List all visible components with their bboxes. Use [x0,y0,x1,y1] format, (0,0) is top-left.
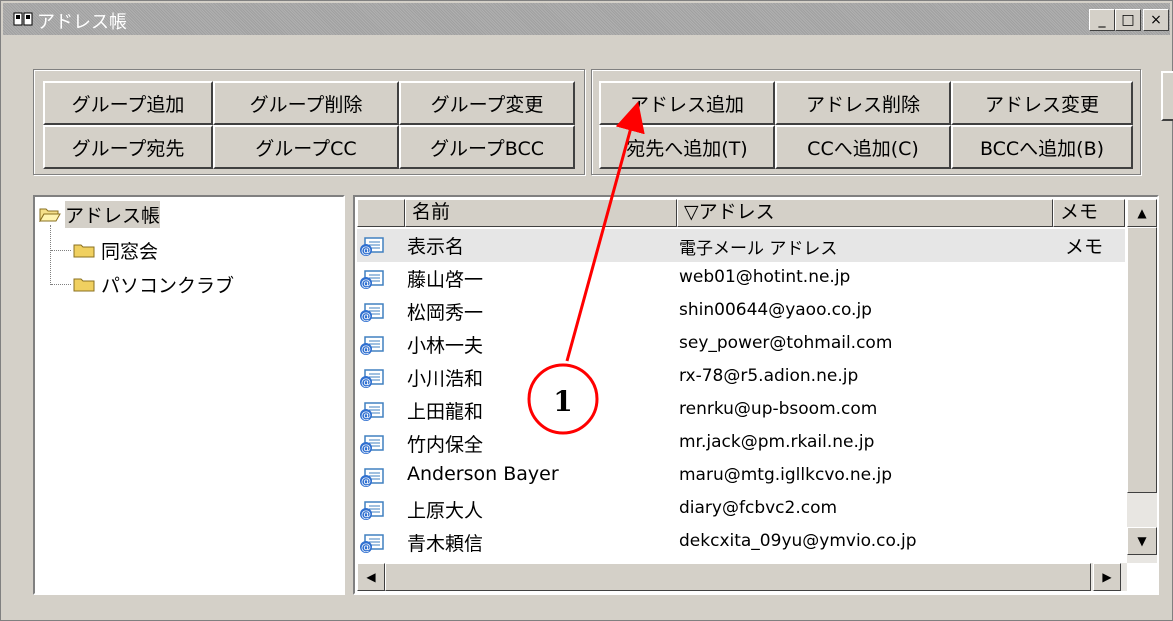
close-button[interactable]: × [1143,9,1169,31]
svg-text:@: @ [361,378,371,389]
contact-email: dekcxita_09yu@ymvio.co.jp [679,531,917,551]
contact-name: Anderson Bayer [407,463,559,485]
address-add-button[interactable]: アドレス追加 [599,81,775,125]
address-list[interactable]: 名前 ▽アドレス メモ @ 表示名 電子メール アドレス メモ @ 藤山啓一 web01@h… [353,195,1159,595]
svg-text:@: @ [361,510,371,521]
contact-row[interactable]: @ 松岡秀一 shin00644@yaoo.co.jp [357,295,1125,328]
tree-item-pc-club[interactable]: パソコンクラブ [101,271,234,298]
address-change-button[interactable]: アドレス変更 [951,81,1133,125]
contact-name: 小川浩和 [407,368,484,390]
group-cc-button[interactable]: グループCC [213,125,399,169]
contact-row[interactable]: @ 竹内保全 mr.jack@pm.rkail.ne.jp [357,427,1125,460]
svg-text:@: @ [361,312,371,323]
maximize-icon: □ [1121,12,1135,28]
scroll-left-button[interactable]: ◀ [357,563,385,591]
contact-email: sey_power@tohmail.com [679,333,893,353]
contact-email: rx-78@r5.adion.ne.jp [679,366,859,386]
minimize-icon: _ [1098,12,1106,28]
contact-card-icon: @ [359,401,385,423]
group-delete-button[interactable]: グループ削除 [213,81,399,125]
contact-name: 表示名 [407,236,465,258]
contact-row[interactable]: @ 青木頼信 dekcxita_09yu@ymvio.co.jp [357,526,1125,559]
arrow-up-icon: ▲ [1137,206,1147,220]
add-cc-button[interactable]: CCへ追加(C) [775,125,951,169]
contact-name: 青木頼信 [407,533,484,555]
contact-row[interactable]: @ 小川浩和 rx-78@r5.adion.ne.jp [357,361,1125,394]
contact-card-icon: @ [359,533,385,555]
contact-row[interactable]: @ 上田龍和 renrku@up-bsoom.com [357,394,1125,427]
tree-root-address-book[interactable]: アドレス帳 [65,201,161,228]
contact-name: 竹内保全 [407,434,484,456]
contact-row[interactable]: @ Anderson Bayer maru@mtg.igllkcvo.ne.jp [357,460,1125,493]
column-header-icon[interactable] [357,199,405,227]
scroll-thumb[interactable] [1127,227,1157,493]
close-icon: × [1150,12,1162,28]
group-to-button[interactable]: グループ宛先 [43,125,213,169]
overflow-button-stub[interactable] [1161,71,1173,121]
group-change-button[interactable]: グループ変更 [399,81,575,125]
tree-line [51,284,71,285]
scroll-down-button[interactable]: ▼ [1127,527,1157,555]
svg-text:@: @ [361,246,371,257]
tree-line [50,225,52,285]
contact-name: 松岡秀一 [407,302,484,324]
contact-card-icon: @ [359,335,385,357]
arrow-down-icon: ▼ [1137,534,1147,548]
svg-text:@: @ [361,345,371,356]
contact-email: 電子メール アドレス [679,239,838,259]
contact-card-icon: @ [359,500,385,522]
contact-row[interactable]: @ 藤山啓一 web01@hotint.ne.jp [357,262,1125,295]
title-bar[interactable]: アドレス帳 _ □ × [3,3,1170,35]
contact-row[interactable]: @ 小林一夫 sey_power@tohmail.com [357,328,1125,361]
svg-text:@: @ [361,279,371,290]
contact-name: 上田龍和 [407,401,484,423]
column-header-address[interactable]: ▽アドレス [677,199,1053,227]
folder-icon [73,244,95,258]
arrow-right-icon: ▶ [1102,570,1112,584]
group-add-button[interactable]: グループ追加 [43,81,213,125]
horizontal-scroll-thumb[interactable] [385,563,1091,591]
group-bcc-button[interactable]: グループBCC [399,125,575,169]
folder-tree[interactable]: アドレス帳 同窓会 パソコンクラブ [33,195,345,595]
svg-text:@: @ [361,411,371,422]
folder-icon [73,278,95,292]
tree-line [51,250,71,251]
contact-card-icon: @ [359,269,385,291]
maximize-button[interactable]: □ [1115,9,1141,31]
contact-email: maru@mtg.igllkcvo.ne.jp [679,465,893,485]
contact-email: diary@fcbvc2.com [679,498,838,518]
column-header-name[interactable]: 名前 [405,199,677,227]
address-book-icon [13,12,33,26]
arrow-left-icon: ◀ [366,570,376,584]
window-title: アドレス帳 [37,12,127,33]
contact-name: 藤山啓一 [407,269,484,291]
svg-text:@: @ [361,444,371,455]
contact-card-icon: @ [359,368,385,390]
contact-row[interactable]: @ 上原大人 diary@fcbvc2.com [357,493,1125,526]
contact-card-icon: @ [359,467,385,489]
add-to-recipient-button[interactable]: 宛先へ追加(T) [599,125,775,169]
contact-row-header[interactable]: @ 表示名 電子メール アドレス メモ [357,229,1125,262]
contact-name: 小林一夫 [407,335,484,357]
open-folder-icon [39,208,61,222]
contact-card-icon: @ [359,434,385,456]
contact-memo: メモ [1065,236,1104,258]
column-header-memo[interactable]: メモ [1053,199,1125,227]
tree-item-alumni[interactable]: 同窓会 [101,237,158,264]
contact-name: 上原大人 [407,500,484,522]
address-book-window: アドレス帳 _ □ × グループ追加 グループ削除 グループ変更 グループ宛先 … [0,0,1173,621]
contact-card-icon: @ [359,302,385,324]
address-delete-button[interactable]: アドレス削除 [775,81,951,125]
contact-email: shin00644@yaoo.co.jp [679,300,872,320]
add-bcc-button[interactable]: BCCへ追加(B) [951,125,1133,169]
contact-card-icon: @ [359,236,385,258]
minimize-button[interactable]: _ [1089,9,1115,31]
svg-text:@: @ [361,477,371,488]
contact-email: renrku@up-bsoom.com [679,399,878,419]
scroll-up-button[interactable]: ▲ [1127,199,1157,227]
contact-email: mr.jack@pm.rkail.ne.jp [679,432,875,452]
contact-email: web01@hotint.ne.jp [679,267,851,287]
svg-text:@: @ [361,543,371,554]
scroll-right-button[interactable]: ▶ [1093,563,1121,591]
